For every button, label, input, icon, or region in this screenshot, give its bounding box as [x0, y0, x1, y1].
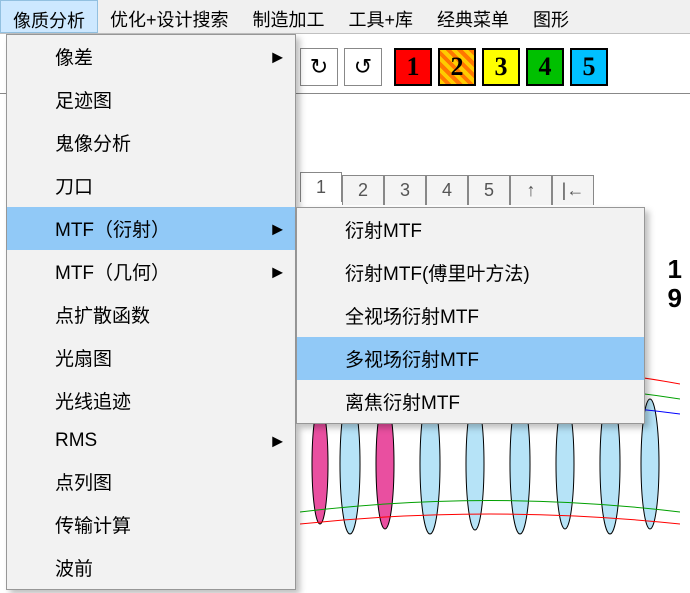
surface-tab-strip: 1 2 3 4 5 ↑ |← — [300, 175, 594, 205]
submenu-diffraction-mtf-fourier[interactable]: 衍射MTF(傅里叶方法) — [297, 251, 644, 294]
menu-rms[interactable]: RMS▶ — [7, 422, 295, 460]
color-preset-2-button[interactable]: 2 — [438, 48, 476, 86]
menubar: 像质分析 优化+设计搜索 制造加工 工具+库 经典菜单 图形 — [0, 0, 690, 34]
menubar-item-tools[interactable]: 工具+库 — [337, 0, 426, 33]
menubar-item-image-quality[interactable]: 像质分析 — [0, 0, 98, 33]
surface-tab-first[interactable]: |← — [552, 175, 594, 205]
menu-footprint[interactable]: 足迹图 — [7, 78, 295, 121]
surface-tab-3[interactable]: 3 — [384, 175, 426, 205]
menu-spot-diagram[interactable]: 点列图 — [7, 460, 295, 503]
submenu-multi-field-mtf[interactable]: 多视场衍射MTF — [297, 337, 644, 380]
menubar-item-classic[interactable]: 经典菜单 — [425, 0, 521, 33]
surface-tab-up[interactable]: ↑ — [510, 175, 552, 205]
mtf-diffraction-submenu: 衍射MTF 衍射MTF(傅里叶方法) 全视场衍射MTF 多视场衍射MTF 离焦衍… — [296, 207, 645, 424]
menu-ghost-analysis[interactable]: 鬼像分析 — [7, 121, 295, 164]
submenu-through-focus-mtf[interactable]: 离焦衍射MTF — [297, 380, 644, 423]
refresh-cw-icon: ↻ — [310, 54, 328, 80]
refresh-ccw-button[interactable]: ↺ — [344, 48, 382, 86]
surface-tab-4[interactable]: 4 — [426, 175, 468, 205]
menubar-item-graphics[interactable]: 图形 — [521, 0, 581, 33]
menu-ray-trace[interactable]: 光线追迹 — [7, 379, 295, 422]
menu-wavefront[interactable]: 波前 — [7, 546, 295, 589]
menu-mtf-diffraction[interactable]: MTF（衍射）▶ — [7, 207, 295, 250]
menu-ray-fan[interactable]: 光扇图 — [7, 336, 295, 379]
menu-mtf-geometric[interactable]: MTF（几何）▶ — [7, 250, 295, 293]
submenu-arrow-icon: ▶ — [272, 433, 283, 450]
submenu-arrow-icon: ▶ — [272, 48, 283, 65]
refresh-cw-button[interactable]: ↻ — [300, 48, 338, 86]
submenu-arrow-icon: ▶ — [272, 220, 283, 237]
color-preset-5-button[interactable]: 5 — [570, 48, 608, 86]
color-preset-4-button[interactable]: 4 — [526, 48, 564, 86]
go-first-icon: |← — [562, 180, 585, 201]
menu-transmission[interactable]: 传输计算 — [7, 503, 295, 546]
menu-knife-edge[interactable]: 刀口 — [7, 164, 295, 207]
color-preset-1-button[interactable]: 1 — [394, 48, 432, 86]
image-quality-menu: 像差▶ 足迹图 鬼像分析 刀口 MTF（衍射）▶ MTF（几何）▶ 点扩散函数 … — [6, 34, 296, 590]
submenu-diffraction-mtf[interactable]: 衍射MTF — [297, 208, 644, 251]
menu-aberration[interactable]: 像差▶ — [7, 35, 295, 78]
menubar-item-manufacturing[interactable]: 制造加工 — [241, 0, 337, 33]
side-number-readout: 1 9 — [668, 255, 682, 312]
menubar-item-optimize[interactable]: 优化+设计搜索 — [98, 0, 241, 33]
menu-psf[interactable]: 点扩散函数 — [7, 293, 295, 336]
submenu-arrow-icon: ▶ — [272, 263, 283, 280]
up-arrow-icon: ↑ — [527, 180, 536, 201]
surface-tab-5[interactable]: 5 — [468, 175, 510, 205]
color-preset-3-button[interactable]: 3 — [482, 48, 520, 86]
surface-tab-2[interactable]: 2 — [342, 175, 384, 205]
refresh-ccw-icon: ↺ — [354, 54, 372, 80]
submenu-full-field-mtf[interactable]: 全视场衍射MTF — [297, 294, 644, 337]
surface-tab-1[interactable]: 1 — [300, 172, 342, 202]
